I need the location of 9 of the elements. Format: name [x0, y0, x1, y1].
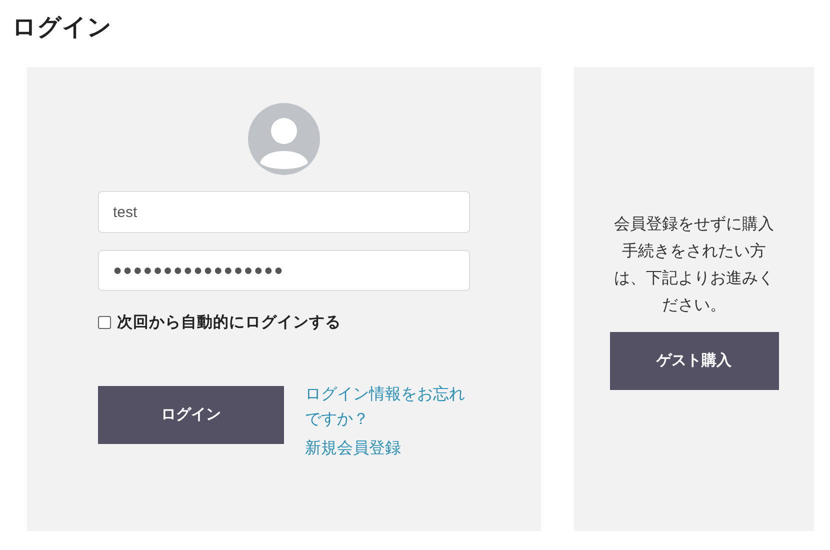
avatar-icon — [248, 103, 320, 175]
password-field[interactable]: ●●●●●●●●●●●●●●●●● — [98, 250, 470, 291]
login-button[interactable]: ログイン — [98, 386, 284, 444]
guest-purchase-button[interactable]: ゲスト購入 — [610, 332, 778, 390]
page-title: ログイン — [12, 13, 112, 43]
username-field[interactable]: test — [98, 191, 470, 233]
guest-message: 会員登録をせずに購入手続きをされたい方は、下記よりお進みください。 — [613, 214, 775, 316]
remember-label: 次回から自動的にログインする — [117, 313, 341, 333]
remember-checkbox[interactable] — [98, 316, 111, 330]
